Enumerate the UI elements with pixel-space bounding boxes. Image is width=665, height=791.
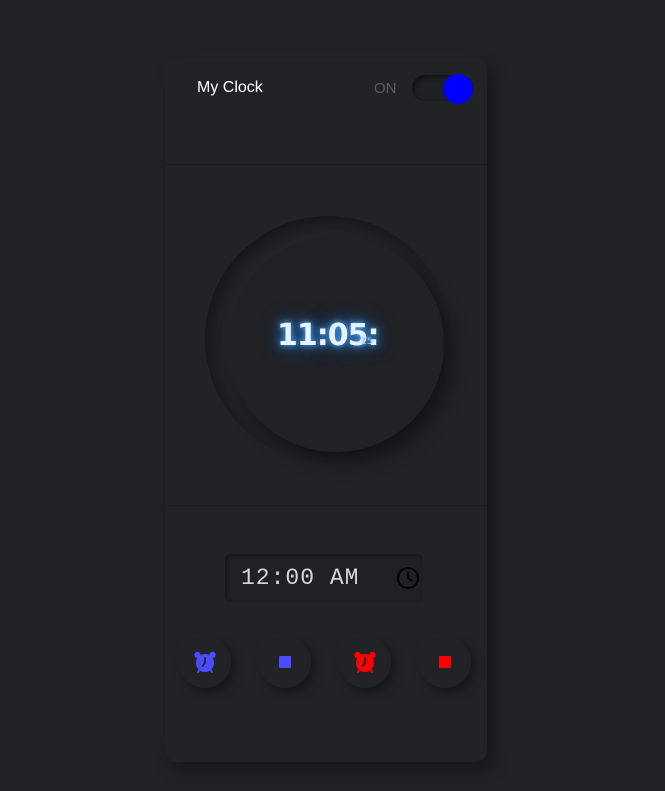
current-time: 11:05: xyxy=(277,318,380,353)
header-bar: My Clock ON xyxy=(165,58,487,165)
clock-card: My Clock ON 11:05: 15 12:00 AM xyxy=(165,58,487,762)
clock-icon[interactable] xyxy=(396,566,420,590)
power-toggle-knob[interactable] xyxy=(443,74,473,104)
stop-icon xyxy=(439,656,451,668)
current-seconds: 15 xyxy=(361,337,373,347)
app-title: My Clock xyxy=(197,79,263,96)
toggle-label: ON xyxy=(374,80,397,97)
set-alarm-red-button[interactable] xyxy=(339,636,391,688)
stop-alarm-blue-button[interactable] xyxy=(259,636,311,688)
alarm-clock-icon xyxy=(194,651,216,673)
alarm-time-input[interactable]: 12:00 AM xyxy=(225,554,423,602)
alarm-time-value: 12:00 AM xyxy=(241,565,360,591)
stop-icon xyxy=(279,656,291,668)
set-alarm-blue-button[interactable] xyxy=(179,636,231,688)
stop-alarm-red-button[interactable] xyxy=(419,636,471,688)
section-divider xyxy=(165,505,487,506)
alarm-clock-icon xyxy=(354,651,376,673)
